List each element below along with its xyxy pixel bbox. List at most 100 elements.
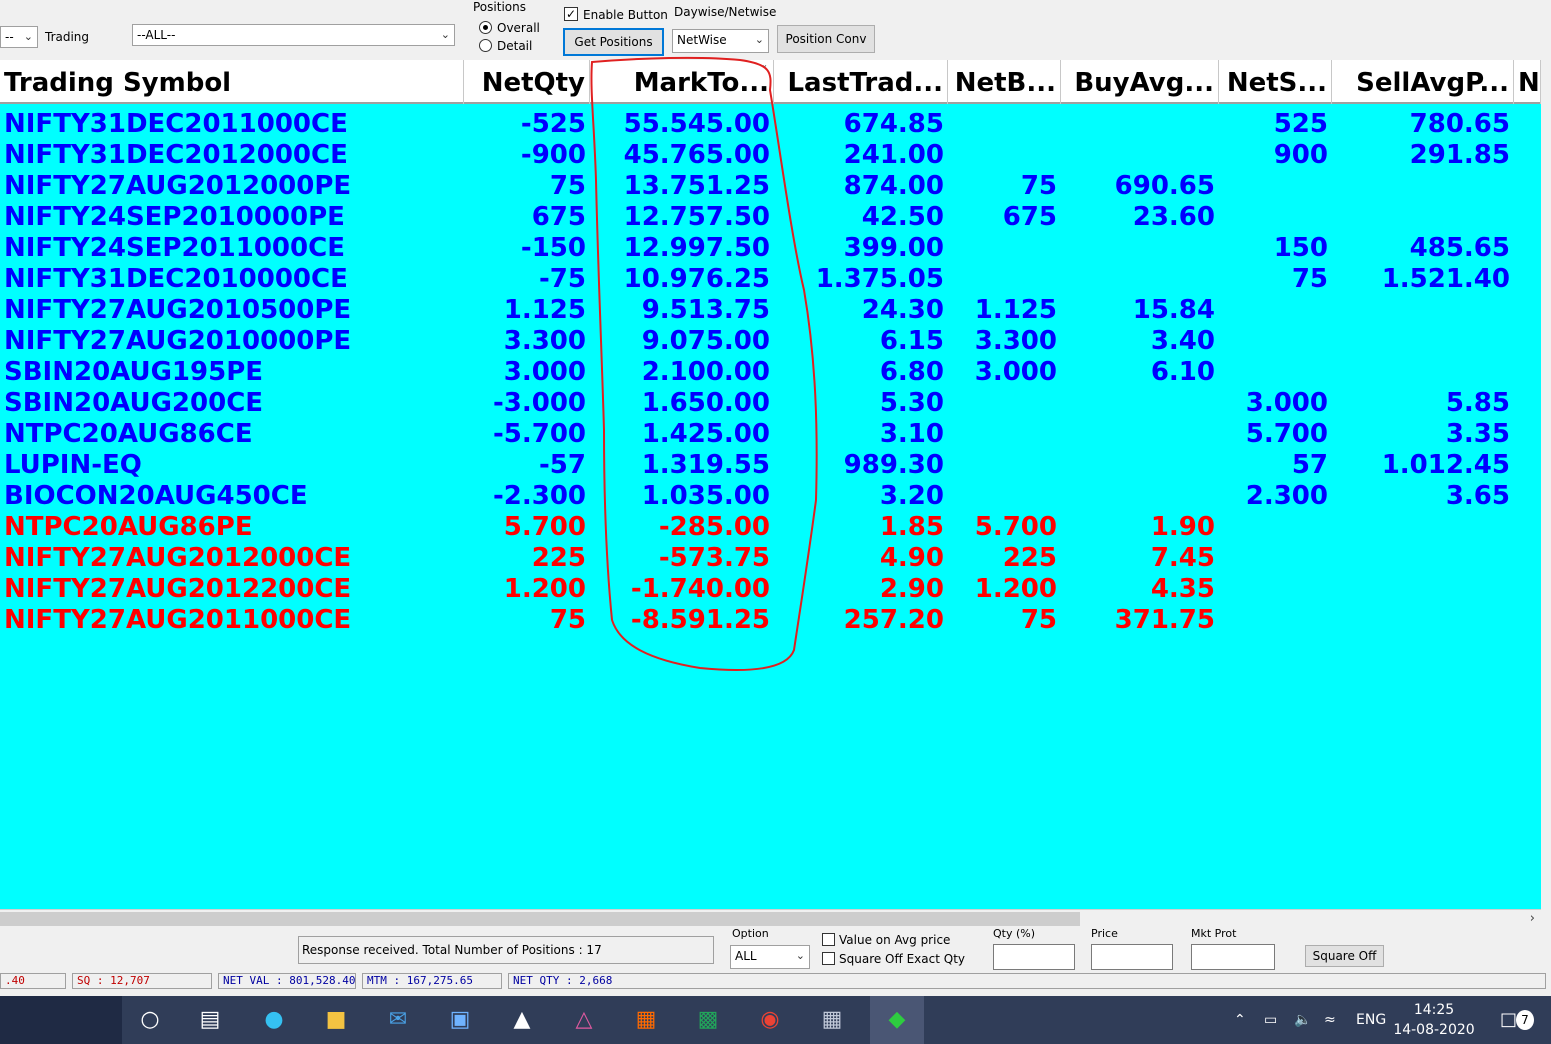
table-row[interactable]: NIFTY31DEC2010000CE -75 10.976.25 1.375.05 7… bbox=[0, 263, 1541, 294]
edge-icon[interactable]: ● bbox=[258, 1004, 290, 1036]
mkt-prot-label: Mkt Prot bbox=[1191, 927, 1237, 940]
column-header[interactable]: SellAvgP... bbox=[1332, 60, 1514, 104]
chrome-icon[interactable]: ◉ bbox=[754, 1004, 786, 1036]
table-row[interactable]: LUPIN-EQ -57 1.319.55 989.30 57 1.012.45 bbox=[0, 449, 1541, 480]
left-combo-value: -- bbox=[5, 30, 14, 44]
calculator-icon[interactable]: ▦ bbox=[816, 1004, 848, 1036]
cell-symbol: BIOCON20AUG450CE bbox=[4, 481, 308, 511]
scroll-right-icon[interactable]: › bbox=[1530, 911, 1535, 926]
table-row[interactable]: NIFTY24SEP2010000PE 675 12.757.50 42.50 675 2… bbox=[0, 201, 1541, 232]
clock-date: 14-08-2020 bbox=[1393, 1022, 1475, 1038]
table-row[interactable]: NIFTY27AUG2012000PE 75 13.751.25 874.00 75 69… bbox=[0, 170, 1541, 201]
get-positions-button[interactable]: Get Positions bbox=[563, 28, 664, 56]
windows-taskbar: ○ ▤ ● ■ ✉ ▣ ▲ △ ▦ ▩ ◉ ▦ ◆ ⌃ ▭ 🔈 ≈ ENG 14… bbox=[0, 996, 1551, 1044]
cell-netqty: -5.700 bbox=[492, 419, 586, 449]
positions-label: Positions bbox=[473, 0, 526, 14]
status-first: .40 bbox=[0, 973, 66, 989]
notifications-icon[interactable]: □ bbox=[1500, 996, 1517, 1044]
cell-netb: 1.200 bbox=[974, 574, 1057, 604]
cell-buyavg bbox=[1061, 449, 1219, 480]
start-search-icon[interactable]: ○ bbox=[134, 1004, 166, 1036]
table-row[interactable]: NTPC20AUG86CE -5.700 1.425.00 3.10 5.700 3.35 bbox=[0, 418, 1541, 449]
netwise-combo[interactable]: NetWise ⌄ bbox=[672, 29, 769, 53]
column-header[interactable]: NetS... bbox=[1219, 60, 1332, 104]
cell-netqty: -900 bbox=[520, 140, 586, 170]
cell-sellavg: 1.521.40 bbox=[1381, 264, 1510, 294]
clock[interactable]: 14:25 14-08-2020 bbox=[1389, 1000, 1479, 1040]
detail-radio[interactable] bbox=[479, 39, 492, 52]
trading-combo[interactable]: --ALL-- ⌄ bbox=[132, 24, 455, 46]
cell-ltp: 257.20 bbox=[843, 605, 944, 635]
cell-netqty: -150 bbox=[520, 233, 586, 263]
cell-ltp: 1.375.05 bbox=[815, 264, 944, 294]
affinity-icon[interactable]: △ bbox=[568, 1004, 600, 1036]
enable-button-checkbox[interactable]: ✓ bbox=[564, 7, 578, 21]
column-header[interactable]: NetQty bbox=[464, 60, 590, 104]
table-row[interactable]: SBIN20AUG195PE 3.000 2.100.00 6.80 3.000 6.10 bbox=[0, 356, 1541, 387]
cell-sellavg bbox=[1332, 542, 1514, 573]
cell-sellavg bbox=[1332, 325, 1514, 356]
value-on-avg-checkbox[interactable] bbox=[822, 933, 835, 946]
wifi-icon[interactable]: ≈ bbox=[1324, 996, 1336, 1044]
table-row[interactable]: NIFTY27AUG2010000PE 3.300 9.075.00 6.15 3.30… bbox=[0, 325, 1541, 356]
table-row[interactable]: NIFTY24SEP2011000CE -150 12.997.50 399.00 15… bbox=[0, 232, 1541, 263]
option-combo[interactable]: ALL ⌄ bbox=[730, 945, 810, 969]
column-header[interactable]: N bbox=[1514, 60, 1541, 104]
status-sq: SQ : 12,707 bbox=[72, 973, 212, 989]
cell-netqty: 3.000 bbox=[503, 357, 586, 387]
square-off-button[interactable]: Square Off bbox=[1305, 945, 1384, 967]
daywise-netwise-label: Daywise/Netwise bbox=[674, 5, 777, 19]
vertical-scrollbar[interactable] bbox=[1541, 60, 1551, 909]
table-row[interactable]: NIFTY31DEC2011000CE -525 55.545.00 674.85 52… bbox=[0, 108, 1541, 139]
cell-symbol: NIFTY24SEP2010000PE bbox=[4, 202, 345, 232]
mail-icon[interactable]: ✉ bbox=[382, 1004, 414, 1036]
laptop-app-icon[interactable]: ▣ bbox=[444, 1004, 476, 1036]
battery-icon[interactable]: ▭ bbox=[1264, 996, 1277, 1044]
volume-icon[interactable]: 🔈 bbox=[1294, 996, 1311, 1044]
cell-ltp: 1.85 bbox=[879, 512, 944, 542]
left-combo[interactable]: -- ⌄ bbox=[0, 26, 38, 48]
column-header[interactable]: Trading Symbol bbox=[0, 60, 464, 104]
cell-sellavg: 485.65 bbox=[1409, 233, 1510, 263]
column-header-label: LastTrad... bbox=[787, 68, 943, 98]
column-header[interactable]: NetB... bbox=[948, 60, 1061, 104]
cell-sellavg bbox=[1332, 573, 1514, 604]
trading-combo-value: --ALL-- bbox=[137, 28, 176, 42]
qty-input[interactable] bbox=[993, 944, 1075, 970]
price-input[interactable] bbox=[1091, 944, 1173, 970]
task-view-icon[interactable]: ▤ bbox=[194, 1004, 226, 1036]
excel-icon[interactable]: ▩ bbox=[692, 1004, 724, 1036]
table-row[interactable]: NIFTY27AUG2012000CE 225 -573.75 4.90 225 7.45 bbox=[0, 542, 1541, 573]
cell-netb bbox=[948, 449, 1061, 480]
position-conv-button[interactable]: Position Conv bbox=[777, 25, 875, 53]
language-indicator[interactable]: ENG bbox=[1356, 996, 1386, 1044]
trading-app-icon[interactable]: ▲ bbox=[506, 1004, 538, 1036]
cell-symbol: NIFTY27AUG2010500PE bbox=[4, 295, 352, 325]
office-icon[interactable]: ▦ bbox=[630, 1004, 662, 1036]
column-header[interactable]: MarkTo... ˇ bbox=[590, 60, 774, 104]
horizontal-scrollbar[interactable]: › bbox=[0, 909, 1541, 929]
mkt-prot-input[interactable] bbox=[1191, 944, 1275, 970]
square-off-exact-checkbox[interactable] bbox=[822, 952, 835, 965]
chevron-up-icon[interactable]: ⌃ bbox=[1234, 996, 1246, 1044]
terminal-app-icon[interactable]: ◆ bbox=[870, 996, 924, 1044]
table-row[interactable]: NIFTY27AUG2012200CE 1.200 -1.740.00 2.90 1.2… bbox=[0, 573, 1541, 604]
column-header[interactable]: BuyAvg... bbox=[1061, 60, 1219, 104]
table-row[interactable]: NIFTY27AUG2011000CE 75 -8.591.25 257.20 75 37… bbox=[0, 604, 1541, 635]
table-row[interactable]: NTPC20AUG86PE 5.700 -285.00 1.85 5.700 1.90 bbox=[0, 511, 1541, 542]
file-explorer-icon[interactable]: ■ bbox=[320, 1004, 352, 1036]
cell-buyavg: 371.75 bbox=[1114, 605, 1215, 635]
column-header[interactable]: LastTrad... bbox=[774, 60, 948, 104]
table-row[interactable]: BIOCON20AUG450CE -2.300 1.035.00 3.20 2.300 3… bbox=[0, 480, 1541, 511]
grid-header: Trading Symbol NetQty MarkTo... ˇ LastTrad..… bbox=[0, 60, 1541, 104]
cell-netqty: 675 bbox=[531, 202, 586, 232]
table-row[interactable]: SBIN20AUG200CE -3.000 1.650.00 5.30 3.000 5.8… bbox=[0, 387, 1541, 418]
overall-radio[interactable] bbox=[479, 21, 492, 34]
cell-ltp: 4.90 bbox=[879, 543, 944, 573]
cell-netb: 675 bbox=[1002, 202, 1057, 232]
scrollbar-thumb[interactable] bbox=[0, 912, 1080, 926]
table-row[interactable]: NIFTY27AUG2010500PE 1.125 9.513.75 24.30 1.1… bbox=[0, 294, 1541, 325]
column-header-label: SellAvgP... bbox=[1356, 68, 1509, 98]
cell-sellavg bbox=[1332, 170, 1514, 201]
table-row[interactable]: NIFTY31DEC2012000CE -900 45.765.00 241.00 90… bbox=[0, 139, 1541, 170]
